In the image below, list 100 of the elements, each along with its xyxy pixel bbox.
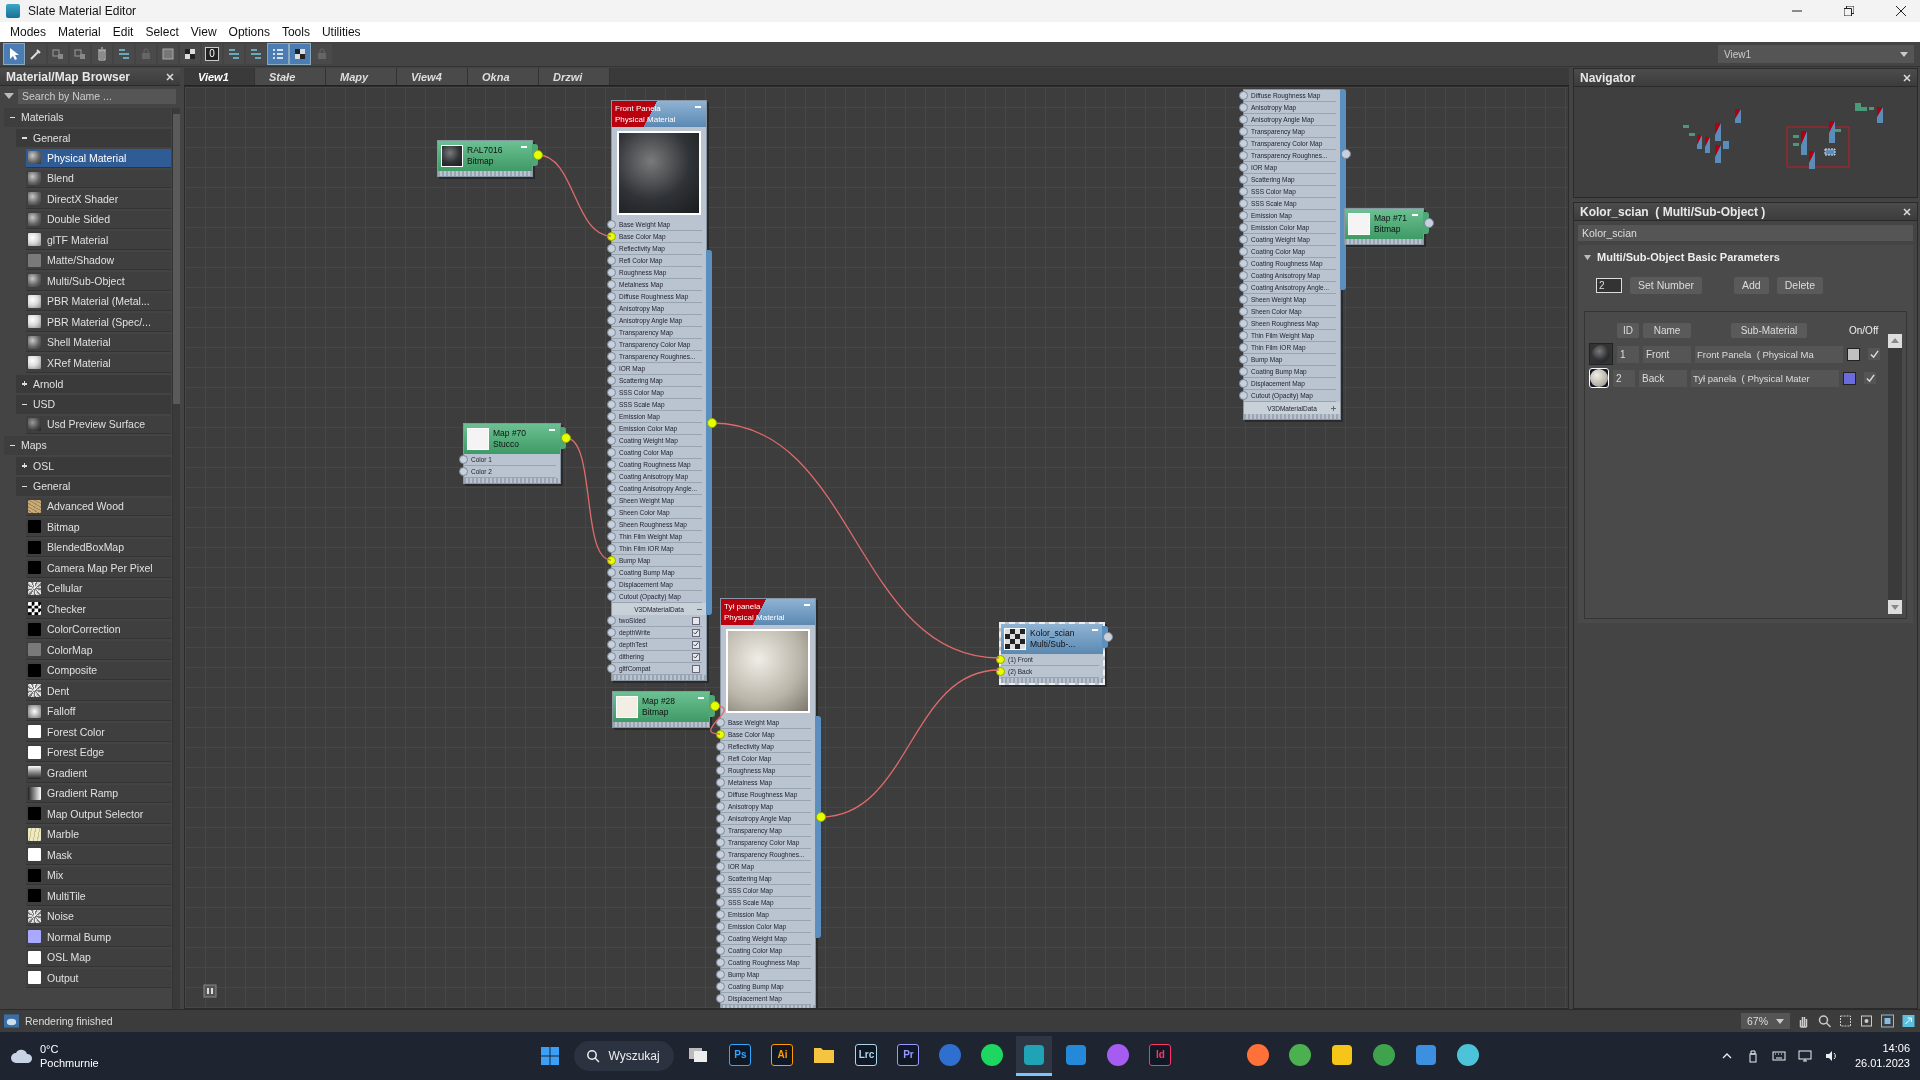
socket-icon[interactable] — [996, 667, 1005, 676]
view-tab[interactable]: Stałe — [255, 68, 326, 85]
column-header[interactable]: ID — [1617, 322, 1639, 338]
rollout-header[interactable]: Multi/Sub-Object Basic Parameters — [1584, 249, 1907, 265]
socket-icon[interactable] — [1239, 211, 1248, 220]
socket-icon[interactable] — [716, 766, 725, 775]
category-header[interactable]: General — [16, 128, 171, 147]
close-icon[interactable] — [1896, 6, 1906, 16]
browser-item[interactable]: MultiTile — [26, 887, 171, 906]
socket-icon[interactable] — [607, 424, 616, 433]
taskbar-app-button[interactable]: Ps — [722, 1036, 759, 1076]
socket-icon[interactable] — [1239, 199, 1248, 208]
socket-icon[interactable] — [716, 790, 725, 799]
add-button[interactable]: Add — [1734, 276, 1769, 294]
monitor-icon[interactable] — [1797, 1049, 1812, 1063]
socket-icon[interactable] — [607, 376, 616, 385]
output-socket-icon[interactable] — [1341, 149, 1351, 159]
browser-item[interactable]: Bitmap — [26, 518, 171, 537]
browser-item[interactable]: PBR Material (Metal... — [26, 292, 171, 311]
socket-icon[interactable] — [607, 352, 616, 361]
browser-item[interactable]: Advanced Wood — [26, 497, 171, 516]
browser-item[interactable]: Gradient — [26, 764, 171, 783]
dropdown-arrow-icon[interactable] — [4, 93, 14, 99]
browser-item[interactable]: Double Sided — [26, 210, 171, 229]
checkbox[interactable] — [692, 664, 700, 673]
socket-icon[interactable] — [1239, 175, 1248, 184]
browser-item[interactable]: Composite — [26, 661, 171, 680]
output-socket-icon[interactable] — [1103, 632, 1113, 642]
checkbox[interactable] — [692, 628, 700, 637]
socket-icon[interactable] — [607, 232, 616, 241]
browser-item[interactable]: ColorMap — [26, 641, 171, 660]
checkbox[interactable] — [1868, 348, 1880, 360]
keyboard-icon[interactable] — [1771, 1049, 1786, 1063]
number-field[interactable]: 2 — [1596, 277, 1622, 293]
browser-item[interactable]: Falloff — [26, 702, 171, 721]
socket-icon[interactable] — [716, 814, 725, 823]
browser-item[interactable]: Marble — [26, 825, 171, 844]
socket-icon[interactable] — [607, 448, 616, 457]
socket-icon[interactable] — [607, 304, 616, 313]
taskbar-app-button[interactable]: Id — [1142, 1036, 1179, 1076]
browser-item[interactable]: Mix — [26, 866, 171, 885]
view-tab[interactable]: View4 — [397, 68, 468, 85]
socket-icon[interactable] — [996, 655, 1005, 664]
socket-icon[interactable] — [716, 802, 725, 811]
socket-icon[interactable] — [1239, 343, 1248, 352]
search-button[interactable]: Wyszukaj — [574, 1041, 675, 1071]
socket-icon[interactable] — [1239, 319, 1248, 328]
browser-item[interactable]: Usd Preview Surface — [26, 415, 171, 434]
socket-icon[interactable] — [607, 544, 616, 553]
socket-icon[interactable] — [1239, 307, 1248, 316]
browser-item[interactable]: Camera Map Per Pixel — [26, 559, 171, 578]
category-header[interactable]: Maps — [4, 436, 171, 455]
browser-item[interactable]: Map Output Selector — [26, 805, 171, 824]
socket-icon[interactable] — [1239, 91, 1248, 100]
socket-icon[interactable] — [1239, 187, 1248, 196]
scroll-down-icon[interactable] — [1888, 600, 1902, 614]
node-header[interactable]: Tył panela Physical Material — [721, 599, 815, 625]
checkbox[interactable] — [692, 652, 700, 661]
browser-item[interactable]: Gradient Ramp — [26, 784, 171, 803]
socket-icon[interactable] — [716, 754, 725, 763]
toolbar-button[interactable]: 0 — [202, 44, 222, 64]
taskbar-app-button[interactable]: Pr — [890, 1036, 927, 1076]
pause-icon[interactable] — [203, 984, 217, 998]
set-number-button[interactable]: Set Number — [1630, 276, 1703, 294]
socket-icon[interactable] — [607, 220, 616, 229]
toolbar-button[interactable] — [290, 44, 310, 64]
socket-icon[interactable] — [1239, 367, 1248, 376]
browser-item[interactable]: Checker — [26, 600, 171, 619]
socket-icon[interactable] — [716, 874, 725, 883]
menu-item[interactable]: Tools — [275, 22, 316, 42]
socket-icon[interactable] — [716, 898, 725, 907]
socket-icon[interactable] — [1239, 127, 1248, 136]
socket-icon[interactable] — [716, 862, 725, 871]
map-node[interactable]: RAL7016 Bitmap — [437, 140, 533, 177]
socket-icon[interactable] — [607, 280, 616, 289]
checkbox[interactable] — [692, 616, 700, 625]
socket-icon[interactable] — [1239, 283, 1248, 292]
category-header[interactable]: General — [16, 477, 171, 496]
cloud-icon[interactable] — [10, 1048, 34, 1064]
taskbar-app-button[interactable] — [1016, 1036, 1053, 1076]
menu-item[interactable]: Edit — [106, 22, 140, 42]
socket-icon[interactable] — [607, 316, 616, 325]
socket-icon[interactable] — [1239, 391, 1248, 400]
browser-item[interactable]: OSL Map — [26, 948, 171, 967]
socket-icon[interactable] — [607, 472, 616, 481]
category-header[interactable]: USD — [16, 395, 171, 414]
socket-icon[interactable] — [607, 364, 616, 373]
socket-icon[interactable] — [716, 982, 725, 991]
socket-icon[interactable] — [607, 592, 616, 601]
scroll-up-icon[interactable] — [1888, 334, 1902, 348]
socket-icon[interactable] — [716, 922, 725, 931]
socket-icon[interactable] — [607, 244, 616, 253]
socket-icon[interactable] — [716, 970, 725, 979]
view-tab[interactable]: Drzwi — [539, 68, 610, 85]
output-socket-icon[interactable] — [533, 150, 543, 160]
sub-material-button[interactable]: Tył panela ( Physical Mater — [1691, 369, 1839, 387]
socket-icon[interactable] — [607, 508, 616, 517]
view-dropdown[interactable]: View1 — [1718, 45, 1914, 63]
socket-icon[interactable] — [716, 850, 725, 859]
socket-icon[interactable] — [1239, 115, 1248, 124]
